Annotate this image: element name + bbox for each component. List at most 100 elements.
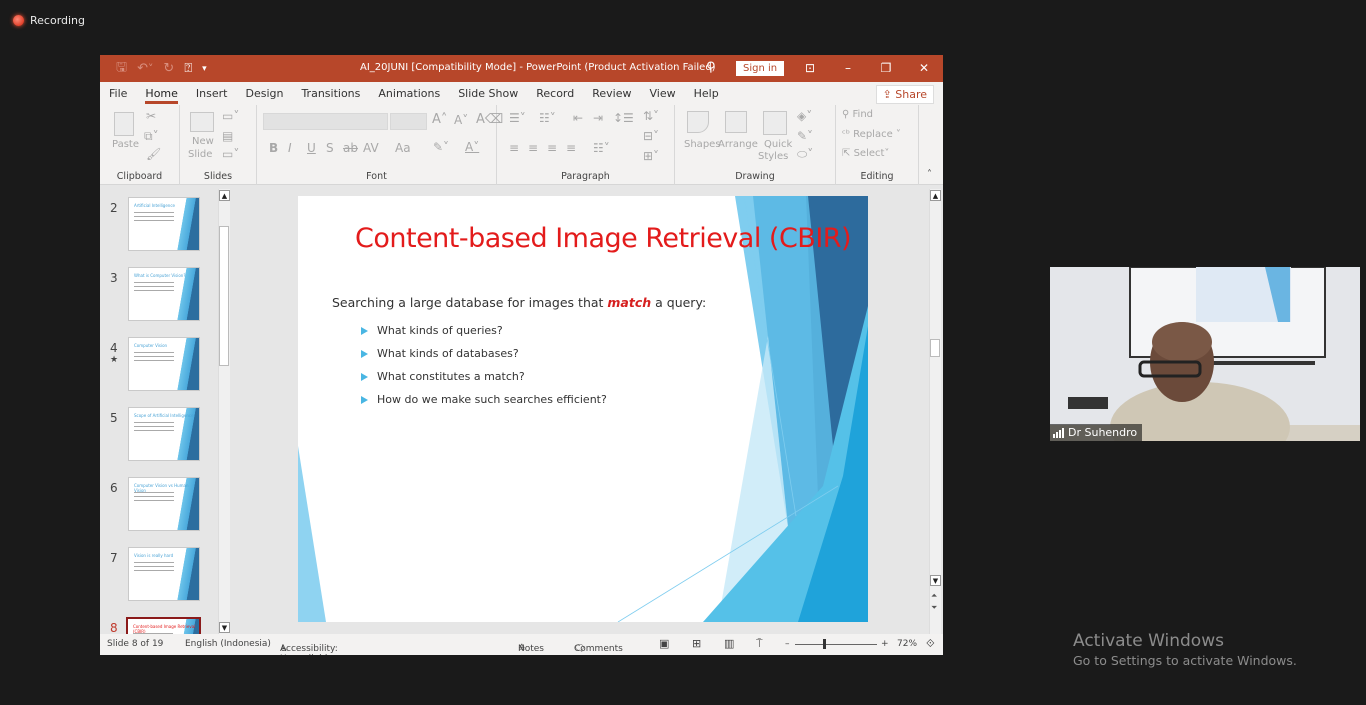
slide-thumbnail[interactable]: Vision is really hard [128, 547, 200, 601]
sign-in-button[interactable]: Sign in [736, 61, 785, 76]
zoom-in-button[interactable]: + [881, 639, 889, 649]
quick-styles-icon[interactable] [763, 111, 787, 135]
tab-help[interactable]: Help [685, 82, 728, 105]
slide-bullet-list[interactable]: What kinds of queries? What kinds of dat… [361, 319, 607, 411]
text-direction-icon[interactable]: ⇅˅ [643, 109, 659, 123]
next-slide-icon[interactable]: ⏷ [931, 603, 937, 613]
language-indicator[interactable]: English (Indonesia) [185, 639, 271, 649]
zoom-slider-thumb[interactable] [823, 639, 826, 649]
columns-icon[interactable]: ☷˅ [593, 141, 610, 155]
new-slide-label-2[interactable]: Slide [188, 149, 212, 160]
font-name-dropdown[interactable] [263, 113, 388, 130]
zoom-out-button[interactable]: – [785, 639, 790, 649]
cut-icon[interactable]: ✂ [146, 109, 156, 123]
minimize-button[interactable]: – [829, 55, 867, 82]
restore-button[interactable]: ❐ [867, 55, 905, 82]
scroll-up-button[interactable]: ▲ [930, 190, 941, 201]
slide-thumbnail[interactable]: Computer Vision vs Human Vision [128, 477, 200, 531]
quick-styles-label[interactable]: Quick [764, 139, 792, 150]
paste-icon[interactable] [114, 112, 134, 136]
shape-fill-icon[interactable]: ◈˅ [797, 109, 812, 123]
tab-insert[interactable]: Insert [187, 82, 237, 105]
tab-home[interactable]: Home [136, 82, 186, 105]
align-left-icon[interactable]: ≡ [509, 141, 519, 155]
search-icon[interactable]: ⚲ [706, 60, 716, 75]
shadow-button[interactable]: S [326, 141, 334, 155]
shapes-label[interactable]: Shapes [684, 139, 721, 150]
copy-icon[interactable]: ⧉˅ [144, 129, 159, 144]
bold-button[interactable]: B [269, 141, 278, 155]
scroll-down-button[interactable]: ▼ [219, 622, 230, 633]
change-case-button[interactable]: Aa [395, 141, 411, 155]
bullets-icon[interactable]: ☰˅ [509, 111, 526, 125]
shape-effects-icon[interactable]: ⬭˅ [797, 147, 813, 162]
new-slide-icon[interactable] [190, 112, 214, 132]
scroll-down-button[interactable]: ▼ [930, 575, 941, 586]
slide-thumbnail[interactable]: What is Computer Vision? [128, 267, 200, 321]
scroll-up-button[interactable]: ▲ [219, 190, 230, 201]
save-icon[interactable]: 🖫 [116, 58, 127, 80]
strikethrough-button[interactable]: ab [343, 141, 358, 155]
replace-button[interactable]: ᶜᵇ Replace ˅ [842, 129, 901, 140]
select-button[interactable]: ⇱ Select˅ [842, 148, 889, 159]
tab-view[interactable]: View [641, 82, 685, 105]
italic-button[interactable]: I [288, 141, 292, 155]
slide-thumbnail[interactable]: Artificial Intelligence [128, 197, 200, 251]
previous-slide-icon[interactable]: ⏶ [931, 591, 937, 601]
undo-icon[interactable]: ↶˅ [137, 61, 153, 76]
start-slideshow-icon[interactable]: ⍰ [184, 61, 192, 76]
slide-title[interactable]: Content-based Image Retrieval (CBIR) [355, 223, 852, 254]
slideshow-view-icon[interactable]: ⍑ [756, 637, 763, 651]
close-button[interactable]: ✕ [905, 55, 943, 82]
tab-transitions[interactable]: Transitions [292, 82, 369, 105]
zoom-level[interactable]: 72% [897, 639, 917, 649]
font-size-dropdown[interactable] [390, 113, 427, 130]
increase-font-size-icon[interactable]: A˄ [432, 112, 447, 127]
character-spacing-button[interactable]: AV [363, 141, 379, 155]
arrange-label[interactable]: Arrange [718, 139, 758, 150]
find-button[interactable]: ⚲ Find [842, 109, 873, 120]
tab-record[interactable]: Record [527, 82, 583, 105]
participant-video[interactable]: Dr Suhendro [1050, 267, 1360, 441]
slide-lead-text[interactable]: Searching a large database for images th… [332, 295, 706, 310]
smartart-icon[interactable]: ⊞˅ [643, 149, 659, 163]
slide-sorter-icon[interactable]: ⊞ [692, 637, 701, 650]
slide-thumbnail[interactable]: Scope of Artificial Intelligence [128, 407, 200, 461]
reset-slide-icon[interactable]: ▤ [222, 129, 233, 143]
layout-icon[interactable]: ▭˅ [222, 109, 239, 123]
format-painter-icon[interactable]: 🖌 [146, 147, 161, 161]
paste-label[interactable]: Paste [112, 139, 139, 150]
align-text-icon[interactable]: ⊟˅ [643, 129, 659, 143]
shape-outline-icon[interactable]: ✎˅ [797, 129, 813, 143]
scroll-thumb[interactable] [219, 226, 229, 366]
tab-review[interactable]: Review [583, 82, 640, 105]
scroll-thumb[interactable] [930, 339, 940, 357]
customize-toolbar-icon[interactable]: ▾ [202, 64, 207, 74]
slide-thumbnail[interactable]: Computer Vision [128, 337, 200, 391]
tab-slide-show[interactable]: Slide Show [449, 82, 527, 105]
fit-to-window-icon[interactable]: ⟐ [926, 637, 935, 651]
center-icon[interactable]: ≡ [528, 141, 538, 155]
ribbon-display-options-icon[interactable]: ⊡ [791, 55, 829, 82]
zoom-slider-track[interactable] [795, 644, 877, 645]
thumbnail-scrollbar[interactable]: ▲ ▼ [218, 189, 230, 635]
tab-file[interactable]: File [100, 82, 136, 105]
underline-button[interactable]: U [307, 141, 316, 155]
redo-icon[interactable]: ↻ [163, 61, 174, 76]
reading-view-icon[interactable]: ▥ [724, 637, 734, 650]
quick-styles-label-2[interactable]: Styles [758, 151, 788, 162]
decrease-font-size-icon[interactable]: A˅ [454, 113, 468, 127]
share-button[interactable]: ⇪ Share [875, 85, 934, 104]
justify-icon[interactable]: ≡ [566, 141, 576, 155]
tab-design[interactable]: Design [236, 82, 292, 105]
highlight-icon[interactable]: ✎˅ [433, 140, 449, 154]
tab-animations[interactable]: Animations [369, 82, 449, 105]
collapse-ribbon-icon[interactable]: ˄ [927, 169, 932, 180]
shapes-icon[interactable] [687, 111, 709, 133]
increase-indent-icon[interactable]: ⇥ [593, 111, 603, 125]
align-right-icon[interactable]: ≡ [547, 141, 557, 155]
font-color-icon[interactable]: A˅ [465, 140, 479, 154]
slide-scrollbar[interactable]: ▲ ▼ ⏶ ⏷ [929, 189, 941, 635]
arrange-icon[interactable] [725, 111, 747, 133]
numbering-icon[interactable]: ☷˅ [539, 111, 556, 125]
